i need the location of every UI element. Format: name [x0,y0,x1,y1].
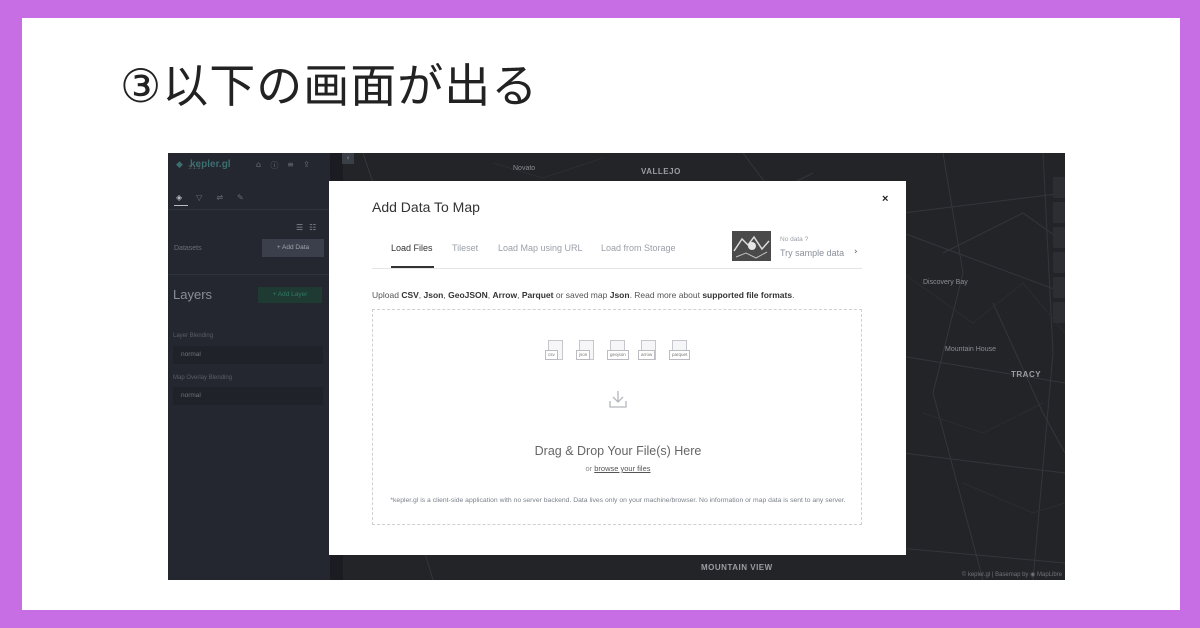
file-drop-zone[interactable]: csv json geojson arrow parquet Drag & Dr… [372,309,862,525]
file-type-icons: csv json geojson arrow parquet [545,340,693,366]
map-control-bar [1053,177,1065,327]
brand-logo: ◆ kepler.gl [176,159,231,170]
sample-data-thumbnail[interactable] [732,231,771,261]
active-tab-indicator [174,205,188,206]
format-map-json: Json [609,290,630,300]
layer-blending-label: Layer Blending [173,333,214,339]
collapse-panel-button[interactable]: ‹ [342,153,354,164]
divider [168,209,330,210]
map-label-discovery-bay: Discovery Bay [923,279,968,286]
map-control-button[interactable] [1053,277,1065,298]
download-icon [609,391,627,408]
map-label-mountain-house: Mountain House [945,346,996,353]
modal-title: Add Data To Map [372,199,480,215]
add-data-modal: Add Data To Map × Load Files Tileset Loa… [329,181,906,555]
upload-text: or saved map [553,290,610,300]
overlay-blending-label: Map Overlay Blending [173,375,233,381]
map-control-button[interactable] [1053,177,1065,198]
format-geojson: GeoJSON [448,290,488,300]
try-sample-data-link[interactable]: Try sample data [780,248,844,258]
chevron-left-icon: ‹ [346,154,350,162]
file-json-icon: json [576,340,600,366]
close-icon[interactable]: × [882,193,888,205]
map-attribution[interactable]: © kepler.gl | Basemap by ◉ MapLibre [962,571,1062,578]
upload-instructions: Upload CSV, Json, GeoJSON, Arrow, Parque… [372,290,794,300]
tree-view-icon[interactable]: ☷ [309,223,316,232]
database-icon[interactable]: ≡ [286,160,295,171]
layer-blending-select[interactable]: normal [173,346,323,364]
active-tab-indicator [391,266,434,268]
share-icon[interactable]: ⌂ [254,160,263,171]
map-label-mountain-view: MOUNTAIN VIEW [701,563,773,572]
browse-files-link[interactable]: browse your files [594,464,650,473]
kepler-logo-icon: ◆ [176,159,183,170]
side-panel: ◆ kepler.gl 3.1.2 ⌂ ⓘ ≡ ⇪ ◈ ▽ ⇌ ✎ ☰ ☷ Da… [168,153,330,580]
layers-title: Layers [173,287,213,302]
format-csv: CSV [401,290,419,300]
tab-interactions-icon[interactable]: ⇌ [216,193,223,202]
upload-text: Upload [372,290,402,300]
datasets-label: Datasets [174,245,202,252]
format-json: Json [423,290,444,300]
chevron-right-icon[interactable]: › [854,247,858,257]
tab-layers-icon[interactable]: ◈ [176,193,182,202]
tab-load-map-url[interactable]: Load Map using URL [498,243,583,253]
browse-line: or browse your files [373,464,863,473]
panel-header-actions: ⌂ ⓘ ≡ ⇪ [254,160,311,171]
export-icon[interactable]: ⇪ [302,160,311,171]
overlay-blending-select[interactable]: normal [173,387,323,405]
format-arrow: Arrow [492,290,518,300]
brand-version: 3.1.2 [188,165,201,171]
file-csv-icon: csv [545,340,569,366]
tab-load-files[interactable]: Load Files [391,243,433,253]
map-label-novato: Novato [513,165,536,172]
map-control-button[interactable] [1053,202,1065,223]
divider [168,274,330,275]
tab-load-from-storage[interactable]: Load from Storage [601,243,676,253]
tab-tileset[interactable]: Tileset [452,243,478,253]
panel-tabs: ◈ ▽ ⇌ ✎ [176,193,244,202]
map-control-button[interactable] [1053,302,1065,323]
map-control-button[interactable] [1053,227,1065,248]
file-geojson-icon: geojson [607,340,631,366]
drop-zone-title: Drag & Drop Your File(s) Here [534,444,702,458]
tab-basemap-icon[interactable]: ✎ [237,193,244,202]
upload-text: . Read more about [629,290,703,300]
format-parquet: Parquet [521,290,554,300]
map-control-button[interactable] [1053,252,1065,273]
add-data-button[interactable]: + Add Data [262,239,324,257]
privacy-note: *kepler.gl is a client-side application … [390,497,846,504]
slide-heading: ③以下の画面が出る [120,59,539,113]
list-view-icon[interactable]: ☰ [296,223,303,232]
file-arrow-icon: arrow [638,340,662,366]
map-thumbnail-icon [732,231,771,261]
add-layer-button[interactable]: + Add Layer [258,287,322,303]
no-data-text: No data ? [780,236,809,243]
supported-formats-link[interactable]: supported file formats [702,290,792,300]
info-icon[interactable]: ⓘ [270,160,279,171]
map-label-tracy: TRACY [1011,370,1042,379]
map-label-vallejo: VALLEJO [641,167,681,176]
upload-text: . [792,290,795,300]
or-text: or [585,464,595,473]
file-parquet-icon: parquet [669,340,693,366]
tab-filters-icon[interactable]: ▽ [196,193,202,202]
view-toggle: ☰ ☷ [296,223,316,232]
